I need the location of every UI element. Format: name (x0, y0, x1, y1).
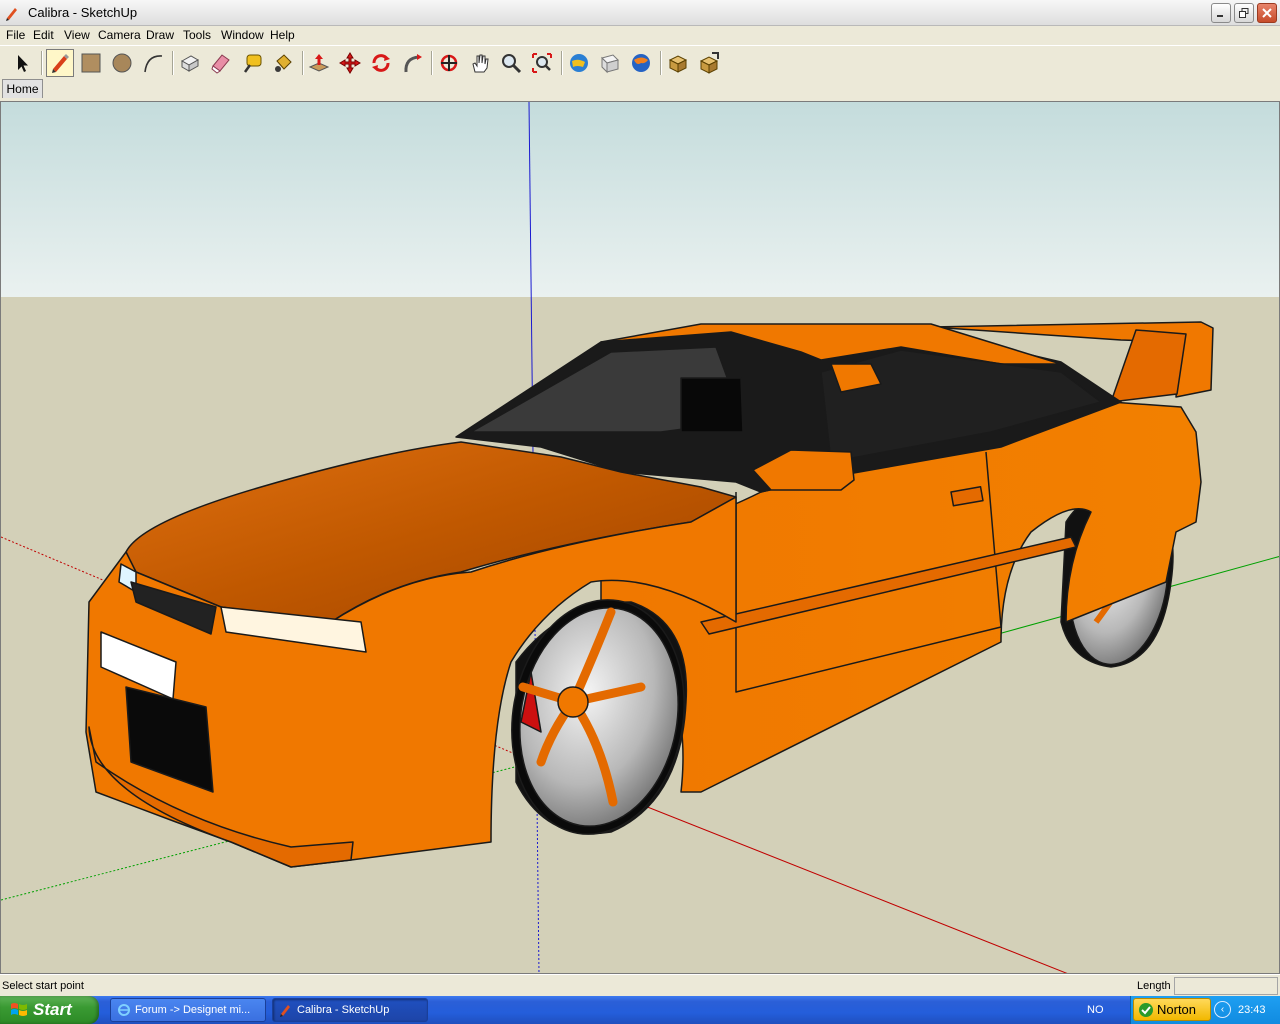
title-bar[interactable]: Calibra - SketchUp (0, 0, 1280, 26)
get-models-button[interactable] (565, 49, 593, 77)
circle-tool-button[interactable] (108, 49, 136, 77)
get-component-icon (668, 55, 688, 73)
arc-icon (144, 55, 163, 73)
start-button[interactable]: Start (0, 996, 99, 1024)
follow-me-button[interactable] (398, 49, 426, 77)
minimize-icon (1217, 15, 1223, 17)
pan-tool-button[interactable] (466, 49, 494, 77)
sketchup-pencil-icon (6, 8, 17, 21)
hand-icon (472, 54, 489, 73)
make-component-button[interactable] (176, 49, 204, 77)
push-pull-button[interactable] (305, 49, 333, 77)
restore-button[interactable] (1234, 3, 1254, 23)
scene-tab-home[interactable]: Home (2, 79, 43, 98)
circle-icon (112, 53, 132, 73)
menu-bar: File Edit View Camera Draw Tools Window … (0, 26, 1280, 45)
get-component-button[interactable] (664, 49, 692, 77)
get-models-icon (570, 54, 588, 72)
paint-bucket-button[interactable] (269, 49, 297, 77)
menu-window[interactable]: Window (221, 28, 264, 42)
tape-measure-button[interactable] (238, 49, 266, 77)
menu-tools[interactable]: Tools (183, 28, 211, 42)
main-toolbar (0, 45, 1280, 79)
paint-bucket-icon (275, 54, 292, 72)
status-message: Select start point (2, 980, 84, 992)
eraser-icon (211, 54, 230, 74)
line-tool-button[interactable] (46, 49, 74, 77)
share-model-button[interactable] (596, 49, 624, 77)
zoom-tool-button[interactable] (497, 49, 525, 77)
menu-view[interactable]: View (64, 28, 90, 42)
clock: 23:43 (1238, 1004, 1266, 1016)
windows-flag-icon (11, 1003, 27, 1016)
drawing-viewport[interactable] (0, 101, 1280, 974)
language-indicator[interactable]: NO (1087, 1004, 1104, 1016)
menu-edit[interactable]: Edit (33, 28, 54, 42)
taskbar: Start Forum -> Designet mi... Calibra - … (0, 996, 1280, 1024)
google-earth-button[interactable] (627, 49, 655, 77)
magnifier-icon (502, 54, 522, 74)
select-tool-button[interactable] (8, 49, 36, 77)
move-icon (339, 52, 361, 74)
rectangle-tool-button[interactable] (77, 49, 105, 77)
check-icon (1139, 1002, 1153, 1017)
measurement-input[interactable] (1174, 977, 1278, 995)
minimize-button[interactable] (1211, 3, 1231, 23)
status-bar: Select start point Length (0, 974, 1280, 996)
rectangle-icon (81, 53, 101, 73)
taskbar-button-forum[interactable]: Forum -> Designet mi... (110, 998, 266, 1022)
restore-icon (1239, 8, 1249, 18)
menu-help[interactable]: Help (270, 28, 295, 42)
pencil-icon (52, 54, 69, 73)
arrow-icon (18, 55, 28, 72)
orbit-tool-button[interactable] (435, 49, 463, 77)
norton-tray-button[interactable]: Norton (1133, 998, 1211, 1021)
measurement-label: Length (1137, 980, 1171, 992)
zoom-extents-icon (532, 53, 552, 73)
start-label: Start (33, 1000, 72, 1019)
menu-file[interactable]: File (6, 28, 25, 42)
model-canvas[interactable] (1, 102, 1280, 974)
sketchup-icon (280, 1005, 290, 1017)
window-title: Calibra - SketchUp (28, 5, 138, 20)
tray-expand-icon[interactable]: ‹ (1214, 1001, 1231, 1018)
taskbar-button-sketchup[interactable]: Calibra - SketchUp (272, 998, 428, 1022)
tape-measure-icon (243, 54, 262, 73)
rotate-icon (372, 54, 390, 72)
follow-me-icon (404, 54, 422, 73)
share-model-icon (601, 54, 619, 74)
rotate-tool-button[interactable] (367, 49, 395, 77)
norton-label: Norton (1157, 1002, 1197, 1017)
component-icon (180, 55, 200, 72)
google-earth-icon (632, 54, 650, 72)
share-component-button[interactable] (695, 49, 723, 77)
share-component-icon (699, 52, 719, 74)
move-tool-button[interactable] (336, 49, 364, 77)
zoom-extents-button[interactable] (528, 49, 556, 77)
eraser-tool-button[interactable] (207, 49, 235, 77)
ie-icon (118, 1004, 130, 1016)
menu-draw[interactable]: Draw (146, 28, 174, 42)
arc-tool-button[interactable] (139, 49, 167, 77)
close-icon (1262, 8, 1272, 18)
taskbar-label-sketchup: Calibra - SketchUp (297, 1004, 390, 1016)
taskbar-label-forum: Forum -> Designet mi... (135, 1004, 251, 1016)
menu-camera[interactable]: Camera (98, 28, 141, 42)
scene-tabs: Home (0, 79, 1280, 101)
close-button[interactable] (1257, 3, 1277, 23)
orbit-icon (440, 54, 458, 72)
sky (1, 102, 1279, 297)
push-pull-icon (308, 54, 330, 72)
